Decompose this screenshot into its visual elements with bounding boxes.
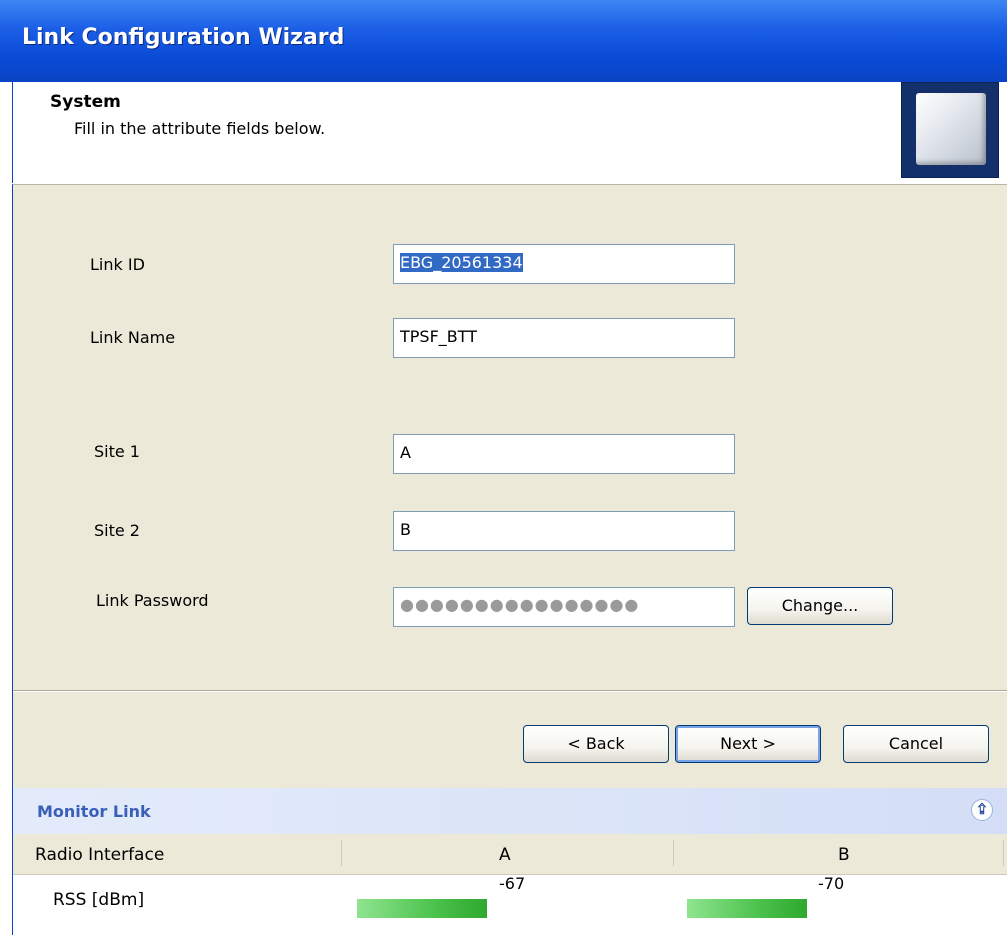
change-password-button[interactable]: Change...	[747, 587, 893, 625]
page-title: System	[50, 92, 121, 112]
grid-header: Radio Interface A B	[13, 834, 1007, 875]
monitor-link-title: Monitor Link	[37, 802, 151, 821]
site1-field[interactable]: A	[393, 434, 735, 474]
site2-label: Site 2	[94, 521, 140, 540]
column-header-b: B	[838, 845, 850, 865]
page-subtitle: Fill in the attribute fields below.	[74, 119, 326, 138]
rss-bar-b	[687, 899, 807, 918]
site1-label: Site 1	[94, 442, 140, 461]
double-chevron-up-icon[interactable]: ⮸	[971, 799, 993, 821]
divider	[13, 690, 1007, 692]
wizard-header: System Fill in the attribute fields belo…	[12, 82, 1007, 183]
link-id-field[interactable]: EBG_20561334	[393, 244, 735, 284]
link-password-field[interactable]: ●●●●●●●●●●●●●●●●	[393, 587, 735, 627]
next-button[interactable]: Next >	[675, 725, 821, 763]
window-title: Link Configuration Wizard	[22, 25, 345, 50]
rss-bar-a	[357, 899, 487, 918]
rss-value-a: -67	[499, 874, 526, 893]
cancel-button[interactable]: Cancel	[843, 725, 989, 763]
site2-field[interactable]: B	[393, 511, 735, 551]
column-header-radio-interface: Radio Interface	[35, 845, 165, 865]
link-password-label: Link Password	[96, 591, 209, 610]
link-name-label: Link Name	[90, 328, 176, 347]
link-name-field[interactable]: TPSF_BTT	[393, 318, 735, 358]
rss-value-b: -70	[818, 874, 845, 893]
column-header-a: A	[499, 845, 511, 865]
rss-row-label: RSS [dBm]	[53, 890, 145, 910]
monitor-grid: Radio Interface A B RSS [dBm] -67 -70	[12, 834, 1007, 935]
monitor-link-header[interactable]: Monitor Link ⮸	[12, 788, 1007, 834]
back-button[interactable]: < Back	[523, 725, 669, 763]
form-area: Link ID EBG_20561334 Link Name TPSF_BTT …	[12, 184, 1007, 788]
antenna-icon	[901, 82, 999, 178]
title-bar: Link Configuration Wizard	[0, 0, 1007, 82]
link-id-label: Link ID	[90, 255, 145, 274]
